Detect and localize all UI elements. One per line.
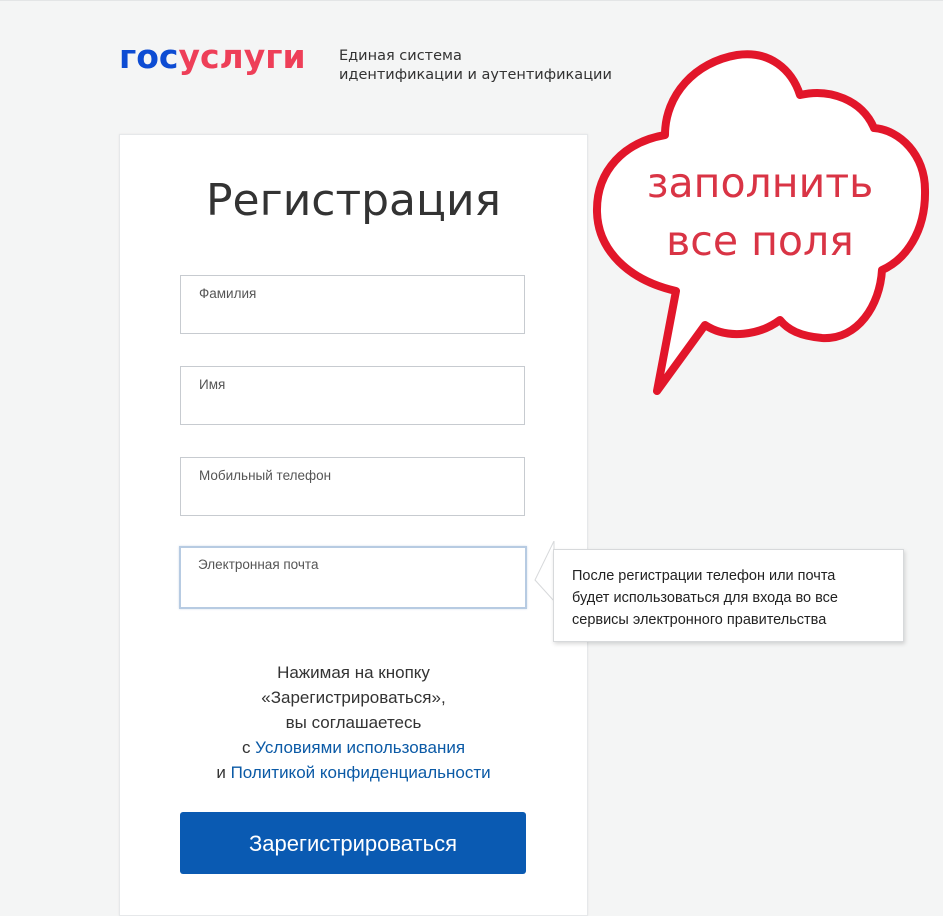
tooltip-line3: сервисы электронного правительства	[572, 612, 827, 628]
surname-placeholder: Фамилия	[199, 286, 257, 301]
agreement-prefix-privacy: и	[216, 763, 231, 782]
email-hint-tooltip: После регистрации телефон или почта буде…	[553, 549, 904, 642]
agreement-line3: вы соглашаетесь	[285, 713, 422, 732]
gosuslugi-logo[interactable]: госуслуги	[119, 40, 306, 73]
name-field[interactable]: Имя	[180, 366, 525, 425]
page-title: Регистрация	[205, 175, 502, 226]
email-field[interactable]: Электронная почта	[179, 546, 527, 609]
cloud-annotation-text: заполнить все поля	[620, 154, 900, 270]
tooltip-line1: После регистрации телефон или почта	[572, 568, 836, 584]
agreement-line2: «Зарегистрироваться»,	[261, 688, 446, 707]
top-divider	[0, 0, 943, 1]
logo-uslugi-text: услуги	[178, 37, 306, 76]
name-placeholder: Имя	[199, 377, 226, 392]
surname-field[interactable]: Фамилия	[180, 275, 525, 334]
logo-subtitle: Единая система идентификации и аутентифи…	[339, 47, 612, 85]
privacy-link[interactable]: Политикой конфиденциальности	[231, 763, 491, 782]
email-placeholder: Электронная почта	[198, 557, 319, 572]
registration-card: Регистрация Фамилия Имя Мобильный телефо…	[119, 134, 588, 916]
phone-field[interactable]: Мобильный телефон	[180, 457, 525, 516]
agreement-text: Нажимая на кнопку «Зарегистрироваться», …	[120, 660, 587, 785]
logo-subtitle-line2: идентификации и аутентификации	[339, 67, 612, 83]
annotation-line1: заполнить	[646, 159, 874, 207]
annotation-line2: все поля	[666, 217, 854, 265]
register-button[interactable]: Зарегистрироваться	[180, 812, 526, 874]
agreement-prefix-terms: с	[241, 738, 256, 757]
tooltip-line2: будет использоваться для входа во все	[572, 590, 838, 606]
logo-gos-text: гос	[119, 37, 179, 76]
agreement-line4: с Условиями использования	[120, 735, 587, 760]
phone-placeholder: Мобильный телефон	[199, 468, 332, 483]
agreement-line1: Нажимая на кнопку	[277, 663, 430, 682]
terms-link[interactable]: Условиями использования	[255, 738, 465, 757]
logo-subtitle-line1: Единая система	[339, 48, 462, 64]
agreement-line5: и Политикой конфиденциальности	[120, 760, 587, 785]
